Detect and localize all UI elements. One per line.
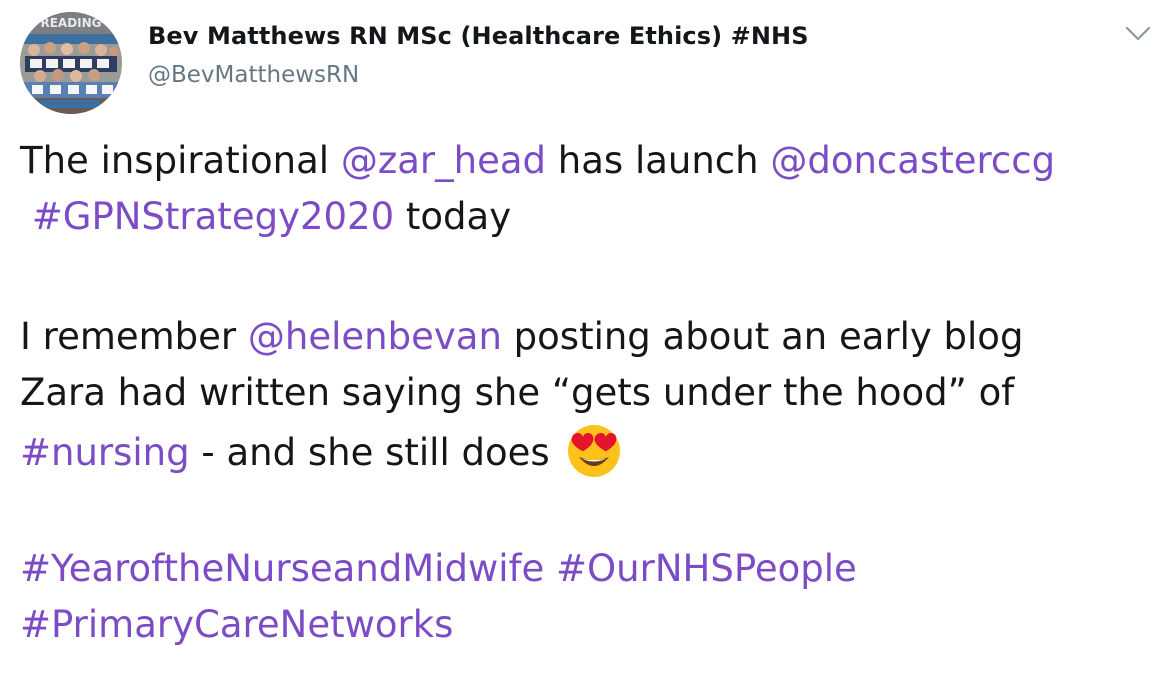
text-segment: posting about an early blog — [501, 315, 1024, 358]
tweet-text: The inspirational @zar_head has launch @… — [20, 133, 1150, 653]
mention-zar-head[interactable]: @zar_head — [341, 139, 546, 182]
tweet-line: Zara had written saying she “gets under … — [20, 365, 1150, 421]
text-segment: Zara had written saying she “gets under … — [20, 371, 1015, 414]
text-segment: The inspirational — [20, 139, 341, 182]
tweet-line: I remember @helenbevan posting about an … — [20, 309, 1150, 365]
hashtag-ournhspeople[interactable]: #OurNHSPeople — [556, 547, 857, 590]
author-display-name[interactable]: Bev Matthews RN MSc (Healthcare Ethics) … — [148, 22, 809, 50]
mention-doncasterccg[interactable]: @doncasterccg — [770, 139, 1055, 182]
hashtag-yearofthenurseandmidwife[interactable]: #YearoftheNurseandMidwife — [20, 547, 544, 590]
hashtag-nursing[interactable]: #nursing — [20, 431, 190, 474]
paragraph-break — [20, 477, 1150, 541]
text-segment — [20, 195, 32, 238]
author-handle[interactable]: @BevMatthewsRN — [148, 62, 359, 88]
text-segment — [544, 547, 556, 590]
tweet-card: READING Bev Matthews RN MSc (Healthcare … — [0, 0, 1169, 696]
tweet-line: #GPNStrategy2020 today — [20, 189, 1150, 245]
heart-eyes-emoji-icon — [565, 421, 623, 479]
tweet-line: #YearoftheNurseandMidwife #OurNHSPeople — [20, 541, 1150, 597]
tweet-line: #nursing - and she still does — [20, 421, 1150, 477]
text-segment: I remember — [20, 315, 248, 358]
tweet-line: The inspirational @zar_head has launch @… — [20, 133, 1150, 189]
text-segment: - and she still does — [189, 431, 562, 474]
text-segment: has launch — [546, 139, 771, 182]
avatar-banner-text: READING — [40, 16, 101, 30]
profile-avatar[interactable]: READING — [20, 12, 122, 114]
chevron-down-icon — [1125, 26, 1151, 41]
text-segment: today — [394, 195, 512, 238]
tweet-menu-button[interactable] — [1124, 20, 1152, 44]
paragraph-break — [20, 245, 1150, 309]
hashtag-primarycarenetworks[interactable]: #PrimaryCareNetworks — [20, 603, 453, 646]
mention-helenbevan[interactable]: @helenbevan — [248, 315, 502, 358]
hashtag-gpnstrategy2020[interactable]: #GPNStrategy2020 — [32, 195, 394, 238]
group-photo-avatar-icon: READING — [20, 12, 122, 114]
tweet-line: #PrimaryCareNetworks — [20, 597, 1150, 653]
